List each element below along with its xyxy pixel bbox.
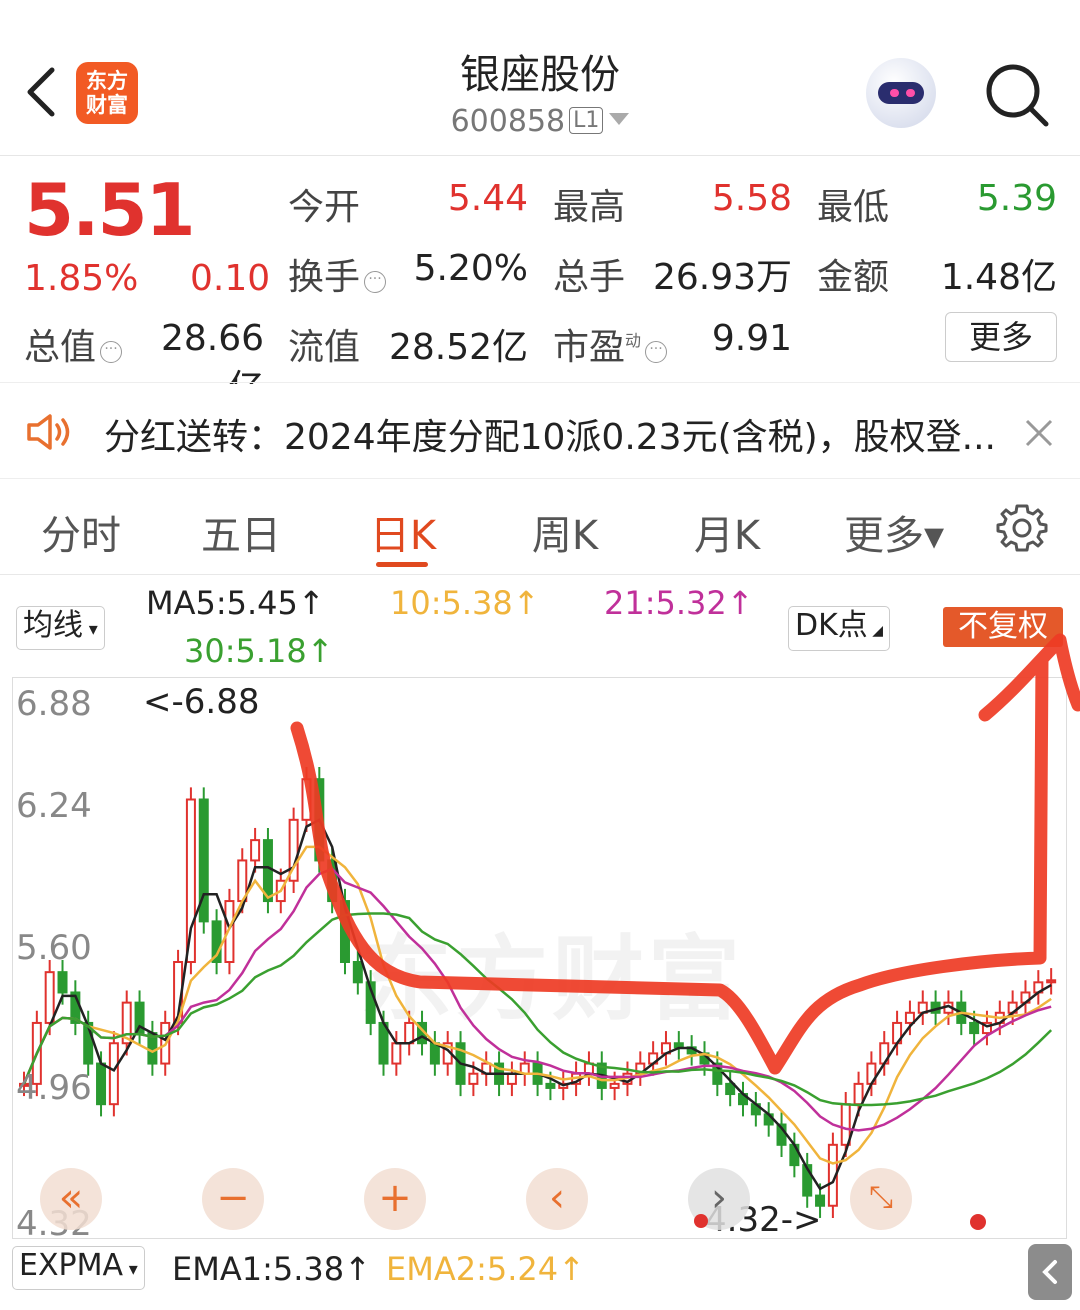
gear-icon[interactable] (996, 502, 1048, 554)
stock-name: 银座股份 (460, 52, 620, 98)
dk-point-selector[interactable]: DK点 ◢ (788, 606, 890, 651)
scroll-left-fast-button[interactable]: « (40, 1168, 102, 1230)
ma5-readout: MA5:5.45↑ (146, 584, 325, 622)
ma10-readout: 10:5.38↑ (390, 584, 540, 622)
app-logo[interactable]: 东方 财富 (76, 62, 138, 124)
logo-text-top: 东方 (86, 69, 128, 93)
side-panel-toggle[interactable] (1028, 1244, 1072, 1300)
turnover-value: 5.20% (413, 248, 528, 289)
more-quote-button[interactable]: 更多 (945, 312, 1057, 362)
y-tick-label: 6.24 (16, 786, 92, 826)
adjust-mode-button[interactable]: 不复权 (943, 607, 1063, 647)
ema1-readout: EMA1:5.38↑ (172, 1250, 371, 1288)
close-icon[interactable] (1024, 418, 1054, 448)
low-value: 5.39 (976, 178, 1057, 219)
tab-monthly-k[interactable]: 月K (662, 503, 792, 561)
back-arrow-icon[interactable] (22, 62, 62, 122)
tab-more[interactable]: 更多▾ (834, 503, 954, 561)
dk-point-dot (970, 1214, 986, 1230)
dk-point-dot (694, 1214, 708, 1228)
pe-label[interactable]: 市盈动 ··· (553, 318, 668, 370)
market-cap-label[interactable]: 总值 ··· (24, 318, 123, 370)
speaker-icon (27, 414, 70, 450)
robot-assistant-icon[interactable] (866, 58, 936, 128)
change-percent: 1.85% (24, 258, 139, 299)
change-value: 0.10 (190, 258, 271, 299)
ma30-readout: 30:5.18↑ (184, 632, 334, 670)
zoom-out-button[interactable]: − (202, 1168, 264, 1230)
current-price: 5.51 (24, 168, 196, 252)
logo-text-bottom: 财富 (86, 93, 128, 117)
tab-five-day[interactable]: 五日 (176, 503, 306, 561)
high-label: 最高 (553, 187, 626, 228)
stock-code: 600858 (450, 104, 566, 139)
volume-value: 26.93万 (652, 257, 792, 298)
divider (0, 574, 1080, 575)
y-tick-label: 5.60 (16, 928, 92, 968)
float-cap-label: 流值 (288, 327, 361, 368)
tab-weekly-k[interactable]: 周K (500, 503, 630, 561)
pe-value: 9.91 (711, 318, 792, 359)
tab-intraday[interactable]: 分时 (16, 503, 146, 561)
tab-daily-k[interactable]: 日K (338, 503, 468, 561)
y-tick-label: 6.88 (16, 684, 92, 724)
amount-label: 金额 (817, 257, 890, 298)
volume-label: 总手 (553, 257, 626, 298)
y-tick-label: 4.96 (16, 1068, 92, 1108)
search-icon[interactable] (984, 62, 1050, 128)
level-badge: L1 (569, 107, 604, 134)
ma21-readout: 21:5.32↑ (604, 584, 754, 622)
amount-value: 1.48亿 (940, 257, 1057, 298)
divider (0, 478, 1080, 479)
dividend-notice-text[interactable]: 分红送转：2024年度分配10派0.23元(含税)，股权登... (104, 408, 996, 460)
ema2-readout: EMA2:5.24↑ (386, 1250, 585, 1288)
stock-code-row[interactable]: 600858 L1 (380, 104, 700, 139)
ma-selector[interactable]: 均线 ▾ (16, 606, 105, 650)
watermark: 东方财富 (360, 926, 745, 1033)
high-price-marker: <-6.88 (143, 682, 260, 722)
fullscreen-icon[interactable]: ⤡ (850, 1168, 912, 1230)
divider (0, 382, 1080, 383)
float-cap-value: 28.52亿 (388, 327, 528, 368)
high-value: 5.58 (711, 178, 792, 219)
low-label: 最低 (817, 187, 890, 228)
active-tab-indicator (376, 562, 428, 567)
scroll-left-button[interactable]: ‹ (526, 1168, 588, 1230)
turnover-label[interactable]: 换手 ··· (288, 248, 387, 300)
zoom-in-button[interactable]: + (364, 1168, 426, 1230)
dropdown-caret-icon (609, 113, 630, 125)
expma-selector[interactable]: EXPMA ▾ (12, 1246, 145, 1290)
open-label: 今开 (288, 187, 361, 228)
open-value: 5.44 (447, 178, 528, 219)
chevron-left-icon (1042, 1260, 1057, 1284)
